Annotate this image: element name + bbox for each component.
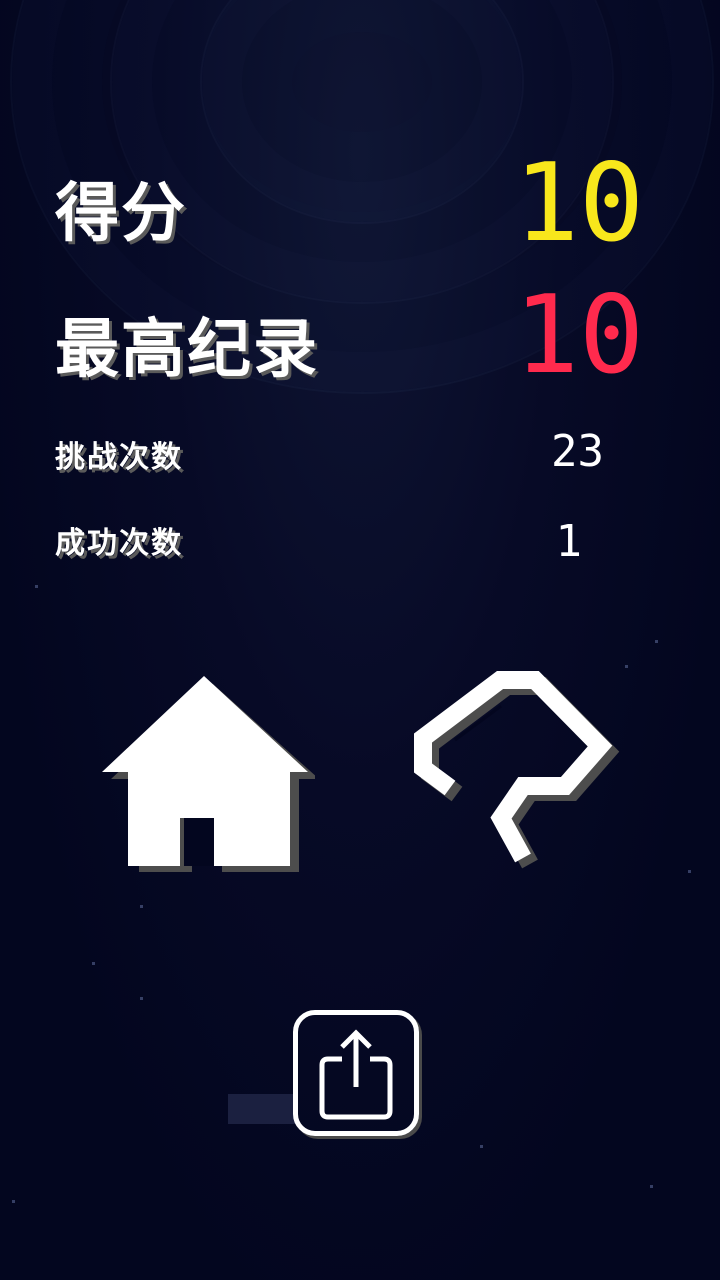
background-star (688, 870, 691, 873)
success-count-label: 成功次数 (55, 526, 183, 561)
score-value: 10 (513, 141, 644, 266)
background-star (480, 1145, 483, 1148)
home-icon (102, 676, 319, 874)
decorative-bar (228, 1094, 296, 1124)
background-star (650, 1185, 653, 1188)
best-record-value: 10 (513, 273, 644, 398)
home-button[interactable] (100, 672, 319, 874)
background-star (655, 640, 658, 643)
share-icon (319, 1029, 393, 1120)
restart-icon (414, 671, 620, 869)
score-label: 得分 (55, 177, 187, 251)
background-star (140, 997, 143, 1000)
background-star (625, 665, 628, 668)
background-star (92, 962, 95, 965)
best-record-label: 最高纪录 (55, 313, 319, 387)
success-count-value: 1 (555, 516, 583, 567)
background-star (35, 585, 38, 588)
game-over-screen: 得分 10 最高纪录 10 挑战次数 23 成功次数 1 (0, 0, 720, 1280)
challenge-count-value: 23 (551, 426, 604, 477)
restart-button[interactable] (405, 668, 620, 878)
share-button[interactable] (293, 1010, 419, 1136)
background-star (140, 905, 143, 908)
background-star (12, 1200, 15, 1203)
challenge-count-label: 挑战次数 (55, 440, 183, 475)
